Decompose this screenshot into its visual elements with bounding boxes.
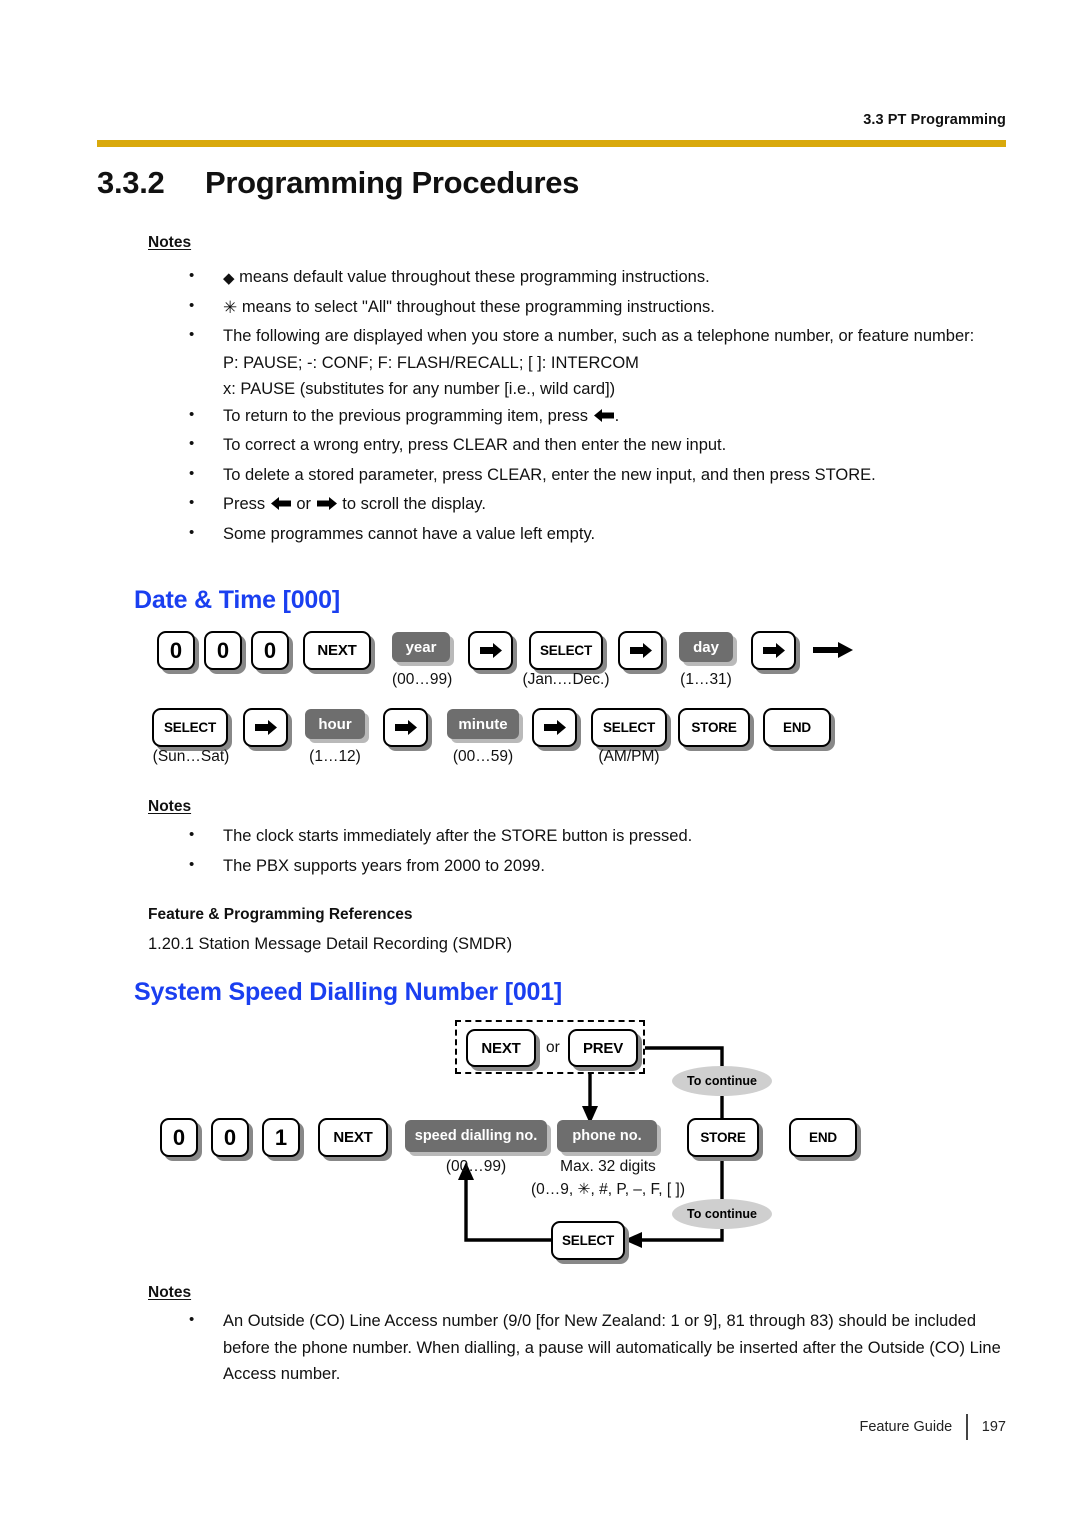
display-codes-line-2: x: PAUSE (substitutes for any number [i.… <box>223 380 616 398</box>
arrow-right-icon <box>316 496 338 511</box>
list-item-label: Some programmes cannot have a value left… <box>223 524 596 543</box>
key-end[interactable]: END <box>763 708 831 747</box>
caption-minute-range: (00…59) <box>452 748 514 765</box>
key-select[interactable]: SELECT <box>529 631 603 670</box>
list-item-label: means to select "All" throughout these p… <box>241 297 715 316</box>
arrow-left-icon <box>270 496 292 511</box>
feature-references-heading: Feature & Programming References <box>148 906 413 923</box>
page-title: 3.3.2 Programming Procedures <box>97 165 579 201</box>
caption-month-range: (Jan.…Dec.) <box>522 671 610 688</box>
key-arrow-right-icon[interactable] <box>618 631 663 670</box>
list-item: Press or to scroll the display. <box>185 490 995 518</box>
programme-000-notes-list: The clock starts immediately after the S… <box>185 822 945 882</box>
key-arrow-right-icon[interactable] <box>532 708 577 747</box>
field-speed-dialling-no[interactable]: speed dialling no. <box>405 1120 547 1152</box>
list-item: ✳ means to select "All" throughout these… <box>185 293 995 321</box>
list-item: The following are displayed when you sto… <box>185 322 995 403</box>
caption-ampm: (AM/PM) <box>598 748 660 765</box>
key-store[interactable]: STORE <box>678 708 750 747</box>
field-hour[interactable]: hour <box>305 709 365 739</box>
document-page: 3.3 PT Programming 3.3.2 Programming Proc… <box>0 0 1080 1528</box>
period: . <box>614 406 620 425</box>
list-item-label: An Outside (CO) Line Access number (9/0 … <box>223 1312 1001 1383</box>
key-next[interactable]: NEXT <box>466 1029 536 1067</box>
list-item-label: The clock starts immediately after the S… <box>223 827 693 845</box>
caption-speed-dialling-range: (00…99) <box>445 1158 507 1175</box>
list-item-label: To correct a wrong entry, press CLEAR an… <box>223 436 727 454</box>
list-item: The PBX supports years from 2000 to 2099… <box>185 852 945 880</box>
asterisk-icon: ✳ <box>223 297 238 317</box>
caption-phone-charset: (0…9, ✳, #, P, –, F, [ ]) <box>531 1181 685 1198</box>
field-day[interactable]: day <box>679 632 733 662</box>
key-select[interactable]: SELECT <box>551 1221 625 1260</box>
key-next[interactable]: NEXT <box>303 631 371 670</box>
key-digit-0[interactable]: 0 <box>157 631 195 670</box>
press-tail-label: to scroll the display. <box>342 495 486 513</box>
field-year[interactable]: year <box>392 632 450 662</box>
key-arrow-right-icon[interactable] <box>751 631 796 670</box>
display-codes-line-1: P: PAUSE; -: CONF; F: FLASH/RECALL; [ ]:… <box>223 353 639 372</box>
list-item-label: means default value throughout these pro… <box>239 268 710 286</box>
list-item-label: The following are displayed when you sto… <box>223 327 975 345</box>
key-next[interactable]: NEXT <box>318 1118 388 1157</box>
caption-year-range: (00…99) <box>392 671 453 688</box>
feature-references-item: 1.20.1 Station Message Detail Recording … <box>148 935 513 953</box>
key-select[interactable]: SELECT <box>591 708 667 747</box>
list-item: ◆ means default value throughout these p… <box>185 263 995 291</box>
page-footer: Feature Guide 197 <box>859 1414 1006 1440</box>
caption-phone-max-digits: Max. 32 digits <box>560 1158 656 1175</box>
to-continue-badge: To continue <box>672 1066 772 1096</box>
key-select[interactable]: SELECT <box>152 708 228 747</box>
or-label: or <box>296 495 312 513</box>
list-item: To return to the previous programming it… <box>185 402 995 430</box>
list-item: An Outside (CO) Line Access number (9/0 … <box>185 1307 1005 1388</box>
key-store[interactable]: STORE <box>687 1118 759 1157</box>
key-prev[interactable]: PREV <box>568 1029 638 1067</box>
programme-heading-000: Date & Time [000] <box>134 586 340 614</box>
list-item: To delete a stored parameter, press CLEA… <box>185 461 995 489</box>
caption-day-range: (1…31) <box>680 671 732 688</box>
programme-001-notes-heading: Notes <box>148 1284 192 1301</box>
footer-page-number: 197 <box>981 1419 1006 1435</box>
list-item-label: To delete a stored parameter, press CLEA… <box>223 465 876 484</box>
or-label: or <box>546 1039 560 1056</box>
field-phone-no[interactable]: phone no. <box>557 1120 657 1152</box>
footer-divider <box>966 1414 968 1440</box>
header-rule <box>97 140 1006 147</box>
programme-heading-001: System Speed Dialling Number [001] <box>134 978 563 1006</box>
key-arrow-right-icon[interactable] <box>383 708 428 747</box>
programme-000-notes-heading: Notes <box>148 798 192 815</box>
list-item-label: Press <box>223 495 266 513</box>
caption-hour-range: (1…12) <box>309 748 361 765</box>
list-item-label: To return to the previous programming it… <box>223 406 588 425</box>
section-title-text: Programming Procedures <box>205 165 580 200</box>
key-digit-0[interactable]: 0 <box>211 1118 249 1157</box>
section-number: 3.3.2 <box>97 165 165 200</box>
caption-weekday-range: (Sun…Sat) <box>152 748 230 765</box>
programme-001-notes-list: An Outside (CO) Line Access number (9/0 … <box>185 1307 1005 1391</box>
key-digit-0[interactable]: 0 <box>160 1118 198 1157</box>
list-item: To correct a wrong entry, press CLEAR an… <box>185 431 995 459</box>
field-minute[interactable]: minute <box>447 709 519 739</box>
list-item-label: The PBX supports years from 2000 to 2099… <box>223 856 545 875</box>
key-digit-1[interactable]: 1 <box>262 1118 300 1157</box>
list-item: Some programmes cannot have a value left… <box>185 520 995 548</box>
key-digit-0[interactable]: 0 <box>251 631 289 670</box>
diamond-icon: ◆ <box>223 270 235 287</box>
continue-arrow-icon <box>812 641 854 664</box>
intro-notes-heading: Notes <box>148 234 192 251</box>
running-head: 3.3 PT Programming <box>863 112 1006 128</box>
footer-guide-label: Feature Guide <box>859 1419 953 1435</box>
key-end[interactable]: END <box>789 1118 857 1157</box>
key-digit-0[interactable]: 0 <box>204 631 242 670</box>
intro-notes-list: ◆ means default value throughout these p… <box>185 263 995 550</box>
list-item: The clock starts immediately after the S… <box>185 822 945 850</box>
key-arrow-right-icon[interactable] <box>468 631 513 670</box>
arrow-left-icon <box>593 408 615 423</box>
to-continue-badge: To continue <box>672 1199 772 1229</box>
key-arrow-right-icon[interactable] <box>243 708 288 747</box>
